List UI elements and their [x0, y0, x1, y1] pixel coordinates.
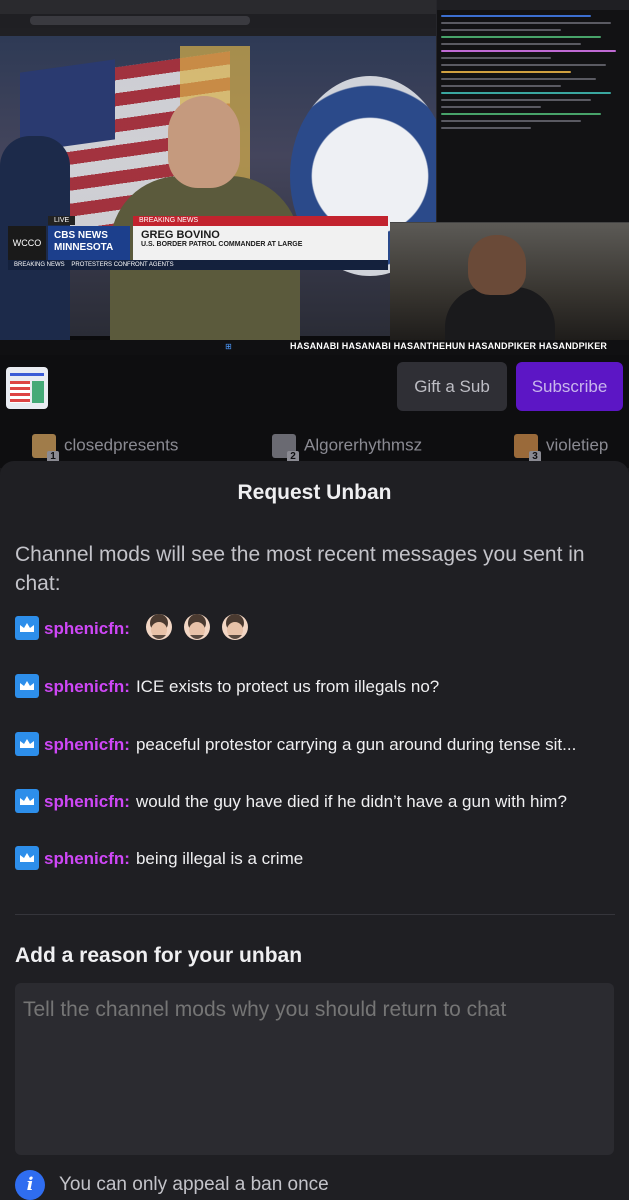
streamer-shirt	[445, 287, 555, 347]
chat-message: sphenicfn: ICE exists to protect us from …	[15, 673, 621, 701]
leaderboard-item[interactable]: 1 closedpresents	[32, 434, 179, 463]
browser-tab-strip	[0, 0, 436, 14]
unban-reason-input[interactable]	[15, 983, 614, 1155]
officer-head	[168, 96, 240, 188]
sheet-title: Request Unban	[237, 481, 392, 504]
face-emote-icon	[217, 612, 253, 640]
ticker-label: BREAKING NEWS	[14, 262, 65, 268]
chat-overlay-line	[441, 36, 601, 38]
crown-badge-icon	[15, 673, 39, 698]
leaderboard-item[interactable]: 3 violetiep	[514, 434, 609, 463]
chat-overlay-line	[441, 120, 581, 122]
chat-overlay-line	[441, 113, 601, 115]
gift-icon: 2	[272, 434, 299, 463]
section-divider	[15, 914, 615, 915]
streamer-head	[468, 235, 526, 295]
chat-overlay-line	[441, 99, 591, 101]
social-handles: HASANABI HASANABI HASANTHEHUN HASANDPIKE…	[290, 341, 608, 351]
breaking-news-label: BREAKING NEWS	[133, 216, 388, 226]
leaderboard-name: violetiep	[546, 435, 609, 455]
info-icon: i	[15, 1170, 45, 1200]
channel-thumbnail[interactable]	[6, 367, 48, 409]
streamer-webcam	[390, 222, 629, 347]
video-player[interactable]: LIVE WCCO CBS NEWS MINNESOTA BREAKING NE…	[0, 0, 629, 355]
browser-bookmarks-bar	[0, 28, 436, 36]
chat-overlay-line	[441, 50, 616, 52]
chat-overlay-line	[441, 127, 531, 129]
chat-overlay-line	[441, 71, 571, 73]
leaderboard-item[interactable]: 2 Algorerhythmsz	[272, 434, 423, 463]
windows-start-icon: ⊞	[225, 342, 232, 351]
chat-overlay-line	[441, 78, 596, 80]
chat-message: sphenicfn: peaceful protestor carrying a …	[15, 731, 621, 759]
message-username: sphenicfn:	[44, 619, 130, 639]
chat-overlay-header	[437, 0, 629, 10]
crown-badge-icon	[15, 731, 39, 756]
gift-icon: 3	[514, 434, 541, 463]
chat-overlay-line	[441, 57, 551, 59]
crown-badge-icon	[15, 788, 39, 813]
message-text: would the guy have died if he didn’t hav…	[135, 792, 567, 811]
news-ticker: BREAKING NEWS PROTESTERS CONFRONT AGENTS	[8, 260, 388, 270]
thumbnail-graphic	[32, 381, 44, 403]
browser-chrome	[0, 0, 436, 37]
network-logo: WCCO	[8, 226, 46, 260]
appeal-note-text: You can only appeal a ban once	[59, 1174, 329, 1196]
leaderboard-name: Algorerhythmsz	[304, 435, 423, 455]
browser-url-bar	[30, 16, 250, 25]
chat-overlay-line	[441, 92, 611, 94]
stream-chat-overlay	[436, 0, 629, 222]
leaderboard-name: closedpresents	[64, 435, 179, 455]
lower-third-title: U.S. BORDER PATROL COMMANDER AT LARGE	[141, 241, 303, 248]
message-text: peaceful protestor carrying a gun around…	[135, 735, 577, 754]
crown-badge-icon	[15, 616, 39, 640]
chat-overlay-line	[441, 22, 611, 24]
face-emote-icon	[141, 612, 177, 640]
chat-overlay-line	[441, 43, 581, 45]
appeal-note: i You can only appeal a ban once	[15, 1170, 329, 1200]
lower-third-name: GREG BOVINO	[141, 229, 220, 241]
stream-taskbar: ⊞ HASANABI HASANABI HASANTHEHUN HASANDPI…	[0, 340, 629, 355]
lower-third-main: GREG BOVINO U.S. BORDER PATROL COMMANDER…	[133, 226, 388, 260]
chat-message: sphenicfn: would the guy have died if he …	[15, 788, 621, 816]
live-label: LIVE	[48, 216, 76, 225]
network-name: CBS NEWS MINNESOTA	[48, 226, 130, 260]
message-username: sphenicfn:	[44, 849, 130, 868]
request-unban-sheet: Request Unban Channel mods will see the …	[0, 461, 629, 1200]
thumbnail-graphic	[10, 381, 30, 403]
gift-icon: 1	[32, 434, 59, 463]
chat-message: sphenicfn: being illegal is a crime	[15, 845, 621, 873]
message-username: sphenicfn:	[44, 735, 130, 754]
crown-badge-icon	[15, 845, 39, 870]
chat-overlay-line	[441, 29, 561, 31]
stream-scene	[0, 36, 450, 346]
ticker-text: PROTESTERS CONFRONT AGENTS	[71, 262, 174, 268]
message-username: sphenicfn:	[44, 792, 130, 811]
chat-overlay-line	[441, 85, 561, 87]
message-username: sphenicfn:	[44, 677, 130, 696]
subscribe-button[interactable]: Subscribe	[516, 362, 623, 411]
chat-overlay-line	[441, 106, 541, 108]
thumbnail-graphic	[10, 373, 44, 376]
message-text: being illegal is a crime	[135, 849, 304, 868]
chat-message: sphenicfn:	[15, 612, 621, 640]
chat-overlay-line	[441, 15, 591, 17]
gift-a-sub-button[interactable]: Gift a Sub	[397, 362, 507, 411]
chat-overlay-line	[441, 64, 606, 66]
reason-heading: Add a reason for your unban	[15, 944, 303, 967]
message-text: ICE exists to protect us from illegals n…	[135, 677, 440, 696]
sheet-intro: Channel mods will see the most recent me…	[15, 543, 585, 595]
face-emote-icon	[179, 612, 215, 640]
news-lower-third: LIVE WCCO CBS NEWS MINNESOTA BREAKING NE…	[8, 216, 388, 260]
